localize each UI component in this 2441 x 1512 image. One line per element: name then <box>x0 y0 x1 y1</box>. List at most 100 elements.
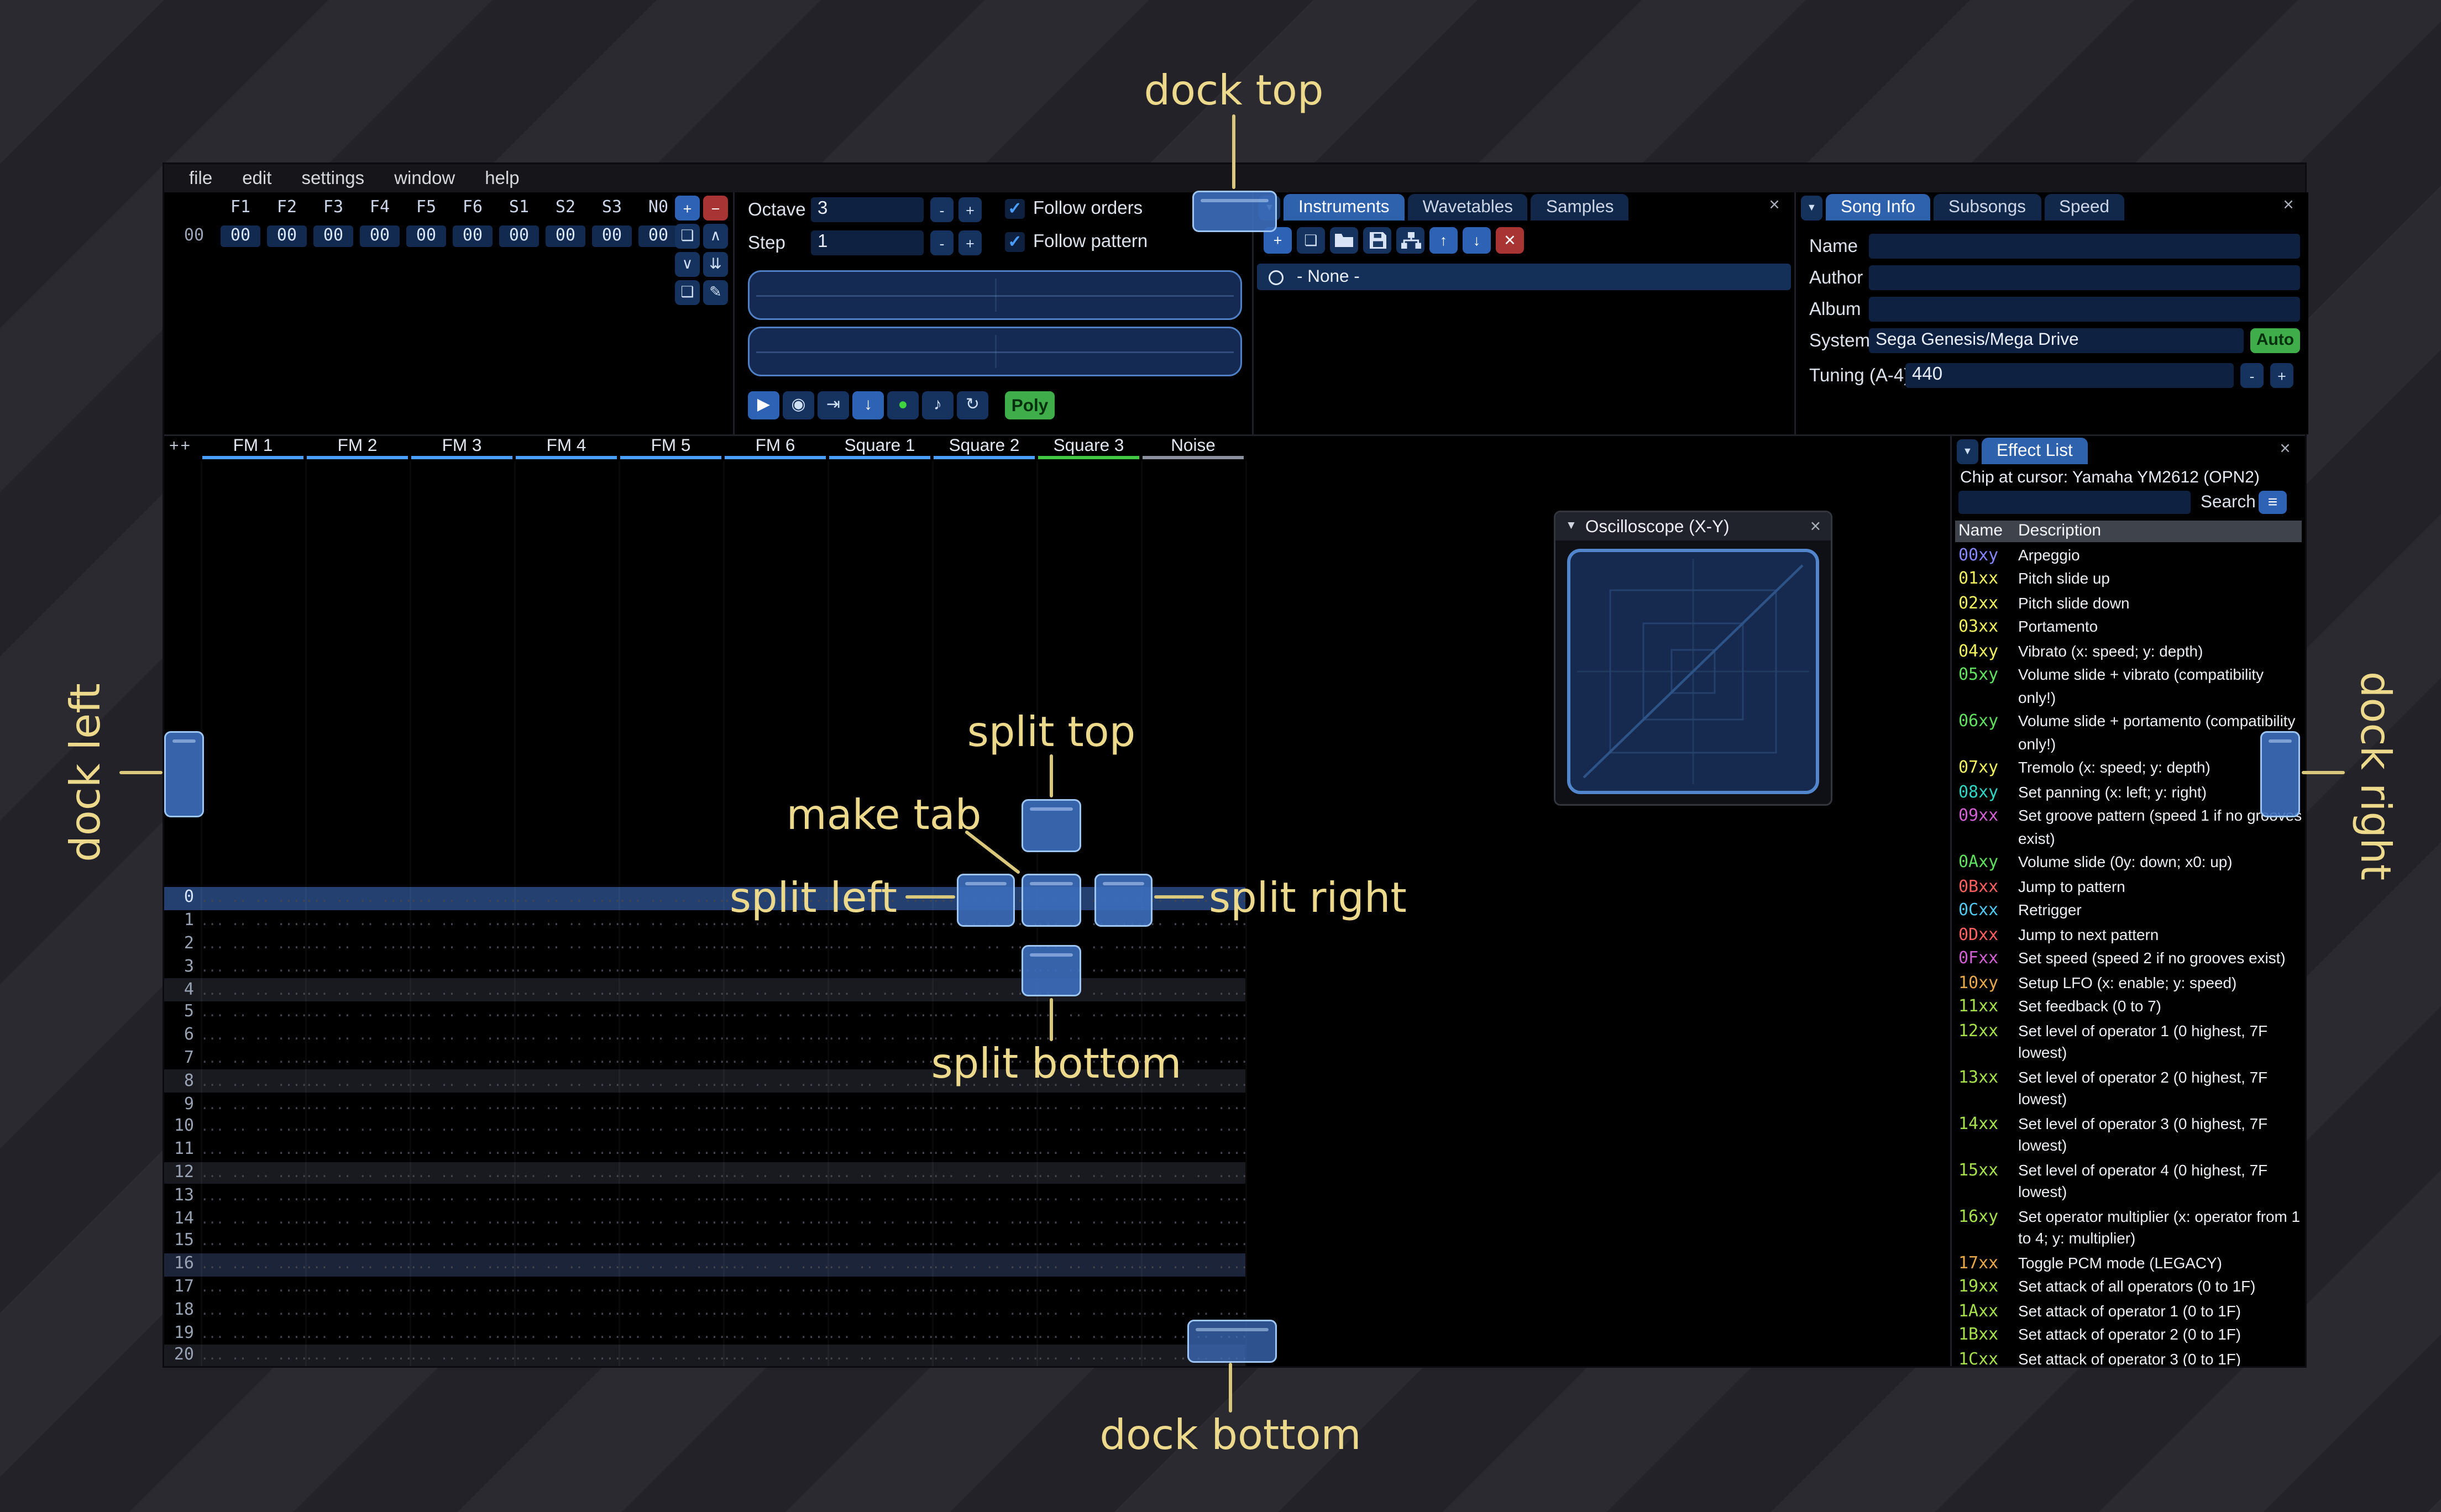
oscilloscope-xy-titlebar[interactable]: ▼ Oscilloscope (X-Y) × <box>1555 512 1831 540</box>
pattern-cell[interactable]: ... .. .. .... <box>1141 1257 1245 1272</box>
pattern-cell[interactable]: ... .. .. .... <box>723 1257 827 1272</box>
split-left-target[interactable] <box>957 874 1015 927</box>
tab-instruments[interactable]: Instruments <box>1284 194 1405 221</box>
order-cell[interactable]: 00 <box>638 225 678 247</box>
play-button[interactable]: ▶ <box>748 391 779 419</box>
split-right-target[interactable] <box>1094 874 1153 927</box>
tab-list-dropdown-icon[interactable]: ▼ <box>1957 439 1978 464</box>
pattern-cell[interactable]: ... .. .. .... <box>619 1303 723 1317</box>
pattern-cell[interactable]: ... .. .. .... <box>201 1051 305 1066</box>
pattern-cell[interactable]: ... .. .. .... <box>201 1303 305 1317</box>
pattern-cell[interactable]: ... .. .. .... <box>305 1028 410 1043</box>
pattern-cell[interactable]: ... .. .. .... <box>305 937 410 952</box>
channel-header-square-3[interactable]: Square 3 <box>1036 436 1141 461</box>
effect-row[interactable]: 08xy Set panning (x: left; y: right) <box>1955 781 2305 805</box>
pattern-cell[interactable]: ... .. .. .... <box>1141 1120 1245 1135</box>
pattern-row[interactable]: 15... .. .. ....... .. .. ....... .. .. … <box>164 1230 1245 1253</box>
move-order-down-button[interactable]: ∨ <box>675 252 700 277</box>
effect-row[interactable]: 07xy Tremolo (x: speed; y: depth) <box>1955 757 2305 781</box>
effect-row[interactable]: 00xy Arpeggio <box>1955 544 2305 568</box>
effect-row[interactable]: 02xx Pitch slide down <box>1955 592 2305 616</box>
pattern-cell[interactable]: ... .. .. .... <box>723 1303 827 1317</box>
order-edit-mode-button[interactable]: ✎ <box>703 280 728 305</box>
pattern-cell[interactable]: ... .. .. .... <box>201 1166 305 1180</box>
pattern-cell[interactable]: ... .. .. .... <box>827 1348 932 1363</box>
play-pattern-button[interactable]: ◉ <box>783 391 814 419</box>
pattern-cell[interactable]: ... .. .. .... <box>305 891 410 906</box>
author-field[interactable] <box>1869 265 2300 290</box>
pattern-cell[interactable]: ... .. .. .... <box>410 1028 514 1043</box>
order-cell[interactable]: 00 <box>406 225 446 247</box>
order-cell[interactable]: 00 <box>221 225 260 247</box>
pattern-cell[interactable]: ... .. .. .... <box>410 1257 514 1272</box>
delete-instrument-button[interactable]: ✕ <box>1496 227 1524 254</box>
tab-subsongs[interactable]: Subsongs <box>1933 194 2041 221</box>
pattern-cell[interactable]: ... .. .. .... <box>514 1211 619 1226</box>
pattern-cell[interactable]: ... .. .. .... <box>723 983 827 998</box>
name-field[interactable] <box>1869 234 2300 259</box>
system-field[interactable]: Sega Genesis/Mega Drive <box>1869 328 2244 353</box>
pattern-row[interactable]: 4... .. .. ....... .. .. ....... .. .. .… <box>164 978 1245 1001</box>
pattern-cell[interactable]: ... .. .. .... <box>514 1097 619 1112</box>
octave-plus-button[interactable]: + <box>958 197 982 222</box>
channel-header-square-1[interactable]: Square 1 <box>827 436 932 461</box>
deep-clone-order-button[interactable]: ❑ <box>675 280 700 305</box>
effect-row[interactable]: 01xx Pitch slide up <box>1955 568 2305 592</box>
step-row-button[interactable]: ↓ <box>852 391 884 419</box>
pattern-row[interactable]: 18... .. .. ....... .. .. ....... .. .. … <box>164 1299 1245 1321</box>
pattern-cell[interactable]: ... .. .. .... <box>619 914 723 929</box>
pattern-row[interactable]: 13... .. .. ....... .. .. ....... .. .. … <box>164 1184 1245 1207</box>
pattern-cell[interactable]: ... .. .. .... <box>410 1005 514 1020</box>
pattern-cell[interactable]: ... .. .. .... <box>201 1005 305 1020</box>
pattern-cell[interactable]: ... .. .. .... <box>723 1051 827 1066</box>
pattern-cell[interactable]: ... .. .. .... <box>1036 1166 1141 1180</box>
pattern-cell[interactable]: ... .. .. .... <box>827 1188 932 1203</box>
pattern-cell[interactable]: ... .. .. .... <box>1141 1188 1245 1203</box>
channel-header-fm-5[interactable]: FM 5 <box>619 436 723 461</box>
pattern-cell[interactable]: ... .. .. .... <box>410 914 514 929</box>
pattern-cell[interactable]: ... .. .. .... <box>201 959 305 974</box>
pattern-cell[interactable]: ... .. .. .... <box>201 1142 305 1157</box>
pattern-cell[interactable]: ... .. .. .... <box>514 1303 619 1317</box>
pattern-cell[interactable]: ... .. .. .... <box>932 1257 1036 1272</box>
pattern-cell[interactable]: ... .. .. .... <box>723 1211 827 1226</box>
system-auto-button[interactable]: Auto <box>2250 328 2300 353</box>
pattern-row[interactable]: 17... .. .. ....... .. .. ....... .. .. … <box>164 1276 1245 1299</box>
pattern-cell[interactable]: ... .. .. .... <box>305 1005 410 1020</box>
pattern-cell[interactable]: ... .. .. .... <box>619 1097 723 1112</box>
pattern-cell[interactable]: ... .. .. .... <box>514 959 619 974</box>
close-instruments-panel-button[interactable]: × <box>1763 196 1786 216</box>
pattern-cell[interactable]: ... .. .. .... <box>201 1257 305 1272</box>
effect-row[interactable]: 15xx Set level of operator 4 (0 highest, … <box>1955 1159 2305 1205</box>
pattern-cell[interactable]: ... .. .. .... <box>827 1028 932 1043</box>
pattern-cell[interactable]: ... .. .. .... <box>827 1326 932 1341</box>
pattern-cell[interactable]: ... .. .. .... <box>723 1028 827 1043</box>
pattern-cell[interactable]: ... .. .. .... <box>619 1326 723 1341</box>
pattern-cell[interactable]: ... .. .. .... <box>1141 983 1245 998</box>
pattern-row[interactable]: 3... .. .. ....... .. .. ....... .. .. .… <box>164 956 1245 978</box>
octave-minus-button[interactable]: - <box>930 197 954 222</box>
pattern-cell[interactable]: ... .. .. .... <box>410 1348 514 1363</box>
pattern-cell[interactable]: ... .. .. .... <box>1141 937 1245 952</box>
tab-samples[interactable]: Samples <box>1531 194 1629 221</box>
pattern-cell[interactable]: ... .. .. .... <box>514 1234 619 1249</box>
pattern-cell[interactable]: ... .. .. .... <box>932 1005 1036 1020</box>
pattern-cell[interactable]: ... .. .. .... <box>201 937 305 952</box>
order-cell[interactable]: 00 <box>453 225 493 247</box>
pattern-cell[interactable]: ... .. .. .... <box>410 1234 514 1249</box>
step-minus-button[interactable]: - <box>930 230 954 255</box>
dock-bottom-target[interactable] <box>1187 1320 1277 1363</box>
pattern-cell[interactable]: ... .. .. .... <box>932 1211 1036 1226</box>
pattern-cell[interactable]: ... .. .. .... <box>305 983 410 998</box>
pattern-cell[interactable]: ... .. .. .... <box>1036 1005 1141 1020</box>
tab-effect-list[interactable]: Effect List <box>1982 438 2088 464</box>
pattern-cell[interactable]: ... .. .. .... <box>723 1166 827 1180</box>
menu-item-settings[interactable]: settings <box>286 165 379 192</box>
pattern-cell[interactable]: ... .. .. .... <box>1036 1348 1141 1363</box>
effect-row[interactable]: 0Cxx Retrigger <box>1955 900 2305 924</box>
pattern-cell[interactable]: ... .. .. .... <box>932 1348 1036 1363</box>
pattern-cell[interactable]: ... .. .. .... <box>201 1188 305 1203</box>
pattern-cell[interactable]: ... .. .. .... <box>827 1257 932 1272</box>
pattern-cell[interactable]: ... .. .. .... <box>1036 1257 1141 1272</box>
effect-row[interactable]: 1Axx Set attack of operator 1 (0 to 1F) <box>1955 1300 2305 1324</box>
